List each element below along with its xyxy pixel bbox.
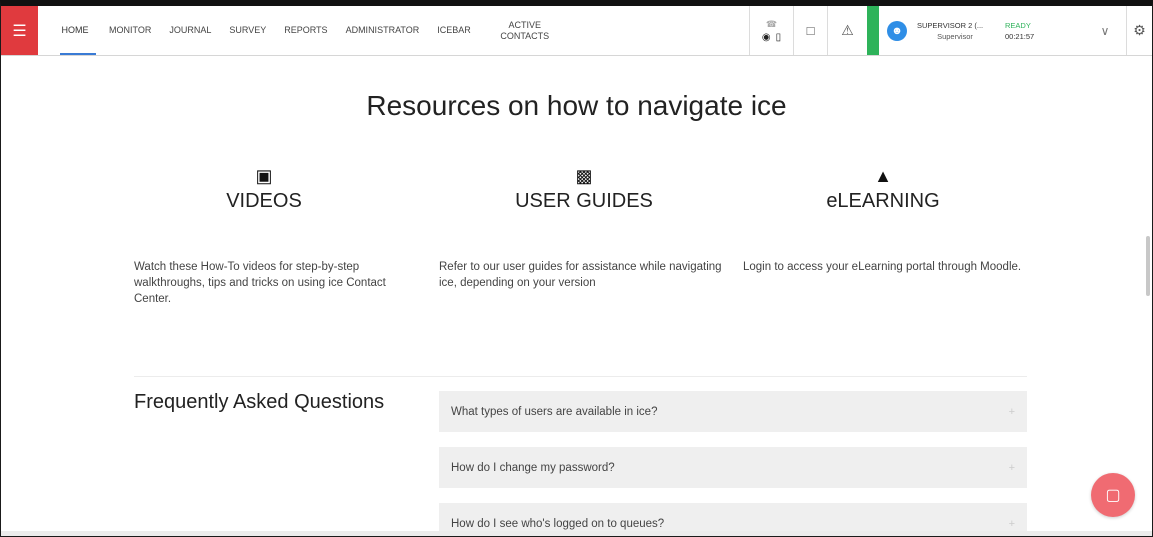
- messages-button[interactable]: □: [793, 6, 827, 55]
- resource-card-elearning[interactable]: ▲ eLEARNING Login to access your eLearni…: [743, 166, 1028, 275]
- graduation-cap-icon: ▲: [874, 166, 892, 186]
- chat-fab-button[interactable]: ▢: [1091, 473, 1135, 517]
- nav-tab-journal[interactable]: JOURNAL: [160, 6, 220, 55]
- nav-tab-label: ACTIVE CONTACTS: [500, 19, 550, 41]
- faq-item[interactable]: How do I change my password? +: [439, 447, 1027, 488]
- video-file-icon: ▣: [255, 166, 273, 186]
- status-color-bar: [867, 6, 879, 55]
- nav-tab-label: JOURNAL: [169, 25, 212, 35]
- nav-tab-label: MONITOR: [109, 25, 152, 35]
- nav-tab-active-contacts[interactable]: ACTIVE CONTACTS: [480, 6, 570, 55]
- gear-icon: ⚙: [1133, 22, 1146, 38]
- nav-tab-label: ICEBAR: [437, 25, 471, 35]
- settings-button[interactable]: ⚙: [1126, 6, 1152, 55]
- faq-question: How do I change my password?: [451, 461, 615, 474]
- nav-tab-survey[interactable]: SURVEY: [220, 6, 275, 55]
- nav-tab-reports[interactable]: REPORTS: [275, 6, 336, 55]
- resource-card-videos[interactable]: ▣ VIDEOS Watch these How-To videos for s…: [134, 166, 404, 307]
- main-nav: HOME MONITOR JOURNAL SURVEY REPORTS ADMI…: [38, 6, 570, 55]
- resource-heading: eLEARNING: [826, 190, 940, 212]
- faq-question: How do I see who's logged on to queues?: [451, 517, 665, 530]
- user-role: Supervisor: [937, 31, 973, 41]
- resource-card-user-guides[interactable]: ▩ USER GUIDES Refer to our user guides f…: [439, 166, 724, 291]
- hamburger-icon: ☰: [12, 22, 27, 40]
- nav-tab-monitor[interactable]: MONITOR: [100, 6, 160, 55]
- nav-tab-icebar[interactable]: ICEBAR: [428, 6, 480, 55]
- user-info: SUPERVISOR 2 (... Supervisor: [917, 20, 993, 42]
- alerts-button[interactable]: ⚠: [827, 6, 867, 55]
- main-content: Resources on how to navigate ice ▣ VIDEO…: [1, 56, 1152, 536]
- warning-icon: ⚠: [841, 22, 854, 38]
- top-navigation-bar: ☰ HOME MONITOR JOURNAL SURVEY REPORTS AD…: [1, 6, 1152, 56]
- device-icons: ◉ ▯: [762, 32, 781, 43]
- user-name: SUPERVISOR 2 (...: [917, 20, 984, 30]
- hamburger-menu-button[interactable]: ☰: [1, 6, 38, 55]
- nav-tab-home[interactable]: HOME: [50, 6, 100, 55]
- page-scrollbar[interactable]: [1143, 56, 1151, 536]
- resource-description: Refer to our user guides for assistance …: [439, 261, 722, 289]
- resource-heading: USER GUIDES: [515, 190, 653, 212]
- app-window: ☰ HOME MONITOR JOURNAL SURVEY REPORTS AD…: [0, 0, 1153, 537]
- faq-title: Frequently Asked Questions: [134, 391, 385, 413]
- nav-tab-label: ADMINISTRATOR: [345, 25, 420, 35]
- nav-tab-label: HOME: [61, 25, 89, 35]
- status-label: READY: [1005, 20, 1031, 30]
- section-divider: [134, 376, 1027, 377]
- bottom-strip: [1, 531, 1152, 536]
- resource-heading: VIDEOS: [226, 190, 302, 212]
- book-icon: ▩: [575, 166, 593, 186]
- device-status[interactable]: ☎ ◉ ▯: [749, 6, 793, 55]
- status-dropdown-button[interactable]: ∨: [1084, 6, 1126, 55]
- chat-bubble-icon: □: [806, 23, 815, 38]
- headset-icon: ◉: [761, 31, 771, 43]
- expand-plus-icon: +: [1008, 405, 1015, 418]
- chevron-down-icon: ∨: [1100, 23, 1110, 38]
- agent-status: READY 00:21:57: [1005, 20, 1055, 42]
- resource-description: Watch these How-To videos for step-by-st…: [134, 261, 386, 305]
- chat-icon: ▢: [1105, 487, 1121, 504]
- scrollbar-thumb[interactable]: [1146, 236, 1150, 296]
- phone-off-icon: ☎: [765, 18, 778, 29]
- user-avatar-icon: ☻: [887, 20, 907, 41]
- faq-item[interactable]: What types of users are available in ice…: [439, 391, 1027, 432]
- nav-tab-label: REPORTS: [284, 25, 328, 35]
- resource-description: Login to access your eLearning portal th…: [743, 261, 1022, 273]
- status-timer: 00:21:57: [1005, 31, 1035, 41]
- expand-plus-icon: +: [1008, 517, 1015, 530]
- nav-tab-label: SURVEY: [229, 25, 267, 35]
- page-title: Resources on how to navigate ice: [366, 90, 787, 121]
- faq-question: What types of users are available in ice…: [451, 405, 658, 418]
- expand-plus-icon: +: [1008, 461, 1015, 474]
- topbar-right-cluster: ☎ ◉ ▯ □ ⚠ ☻ SUPERVISOR 2 (... Supervisor: [749, 6, 1152, 55]
- user-status-block[interactable]: ☻ SUPERVISOR 2 (... Supervisor READY 00:…: [879, 6, 1084, 55]
- mobile-icon: ▯: [775, 31, 782, 43]
- nav-tab-administrator[interactable]: ADMINISTRATOR: [337, 6, 429, 55]
